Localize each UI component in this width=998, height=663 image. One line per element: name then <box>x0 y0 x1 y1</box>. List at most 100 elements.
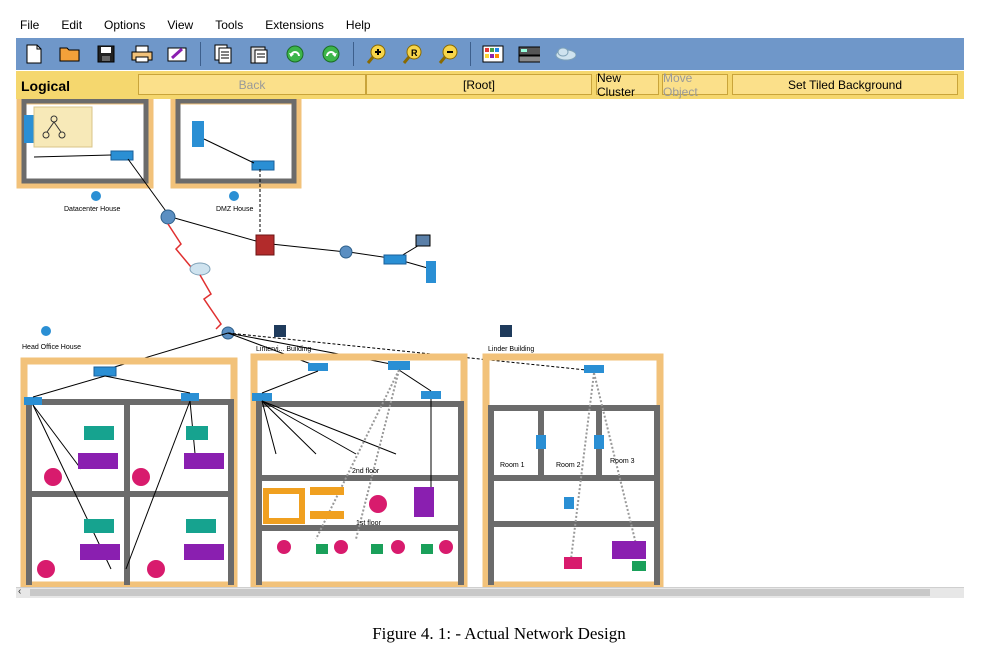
table <box>310 511 344 519</box>
plant <box>147 560 165 578</box>
desk <box>612 541 646 559</box>
root-breadcrumb[interactable]: [Root] <box>366 74 592 95</box>
chair <box>371 544 383 554</box>
switch-icon[interactable] <box>93 366 117 377</box>
menu-help[interactable]: Help <box>346 18 371 32</box>
svg-text:R: R <box>411 48 418 58</box>
desk <box>80 544 120 560</box>
server-icon[interactable] <box>426 261 436 283</box>
chair <box>316 544 328 554</box>
menu-tools[interactable]: Tools <box>215 18 243 32</box>
switch-icon[interactable] <box>181 393 199 401</box>
desk <box>184 544 224 560</box>
cloud-icon <box>189 262 211 276</box>
switch-icon[interactable] <box>252 393 272 401</box>
switch-icon[interactable] <box>110 150 134 161</box>
menu-options[interactable]: Options <box>104 18 145 32</box>
head-office-building[interactable] <box>20 357 238 587</box>
menu-file[interactable]: File <box>20 18 39 32</box>
switch-icon[interactable] <box>308 363 328 371</box>
serial-link <box>199 274 222 330</box>
logical-workspace[interactable]: Datacenter House DMZ House Head Office H… <box>16 99 964 587</box>
scroll-left-icon[interactable]: ‹ <box>18 586 21 597</box>
desk <box>564 557 582 569</box>
activity-wizard-icon[interactable] <box>167 43 189 65</box>
plant <box>334 540 348 554</box>
table <box>310 487 344 495</box>
figure-caption: Figure 4. 1: - Actual Network Design <box>372 624 626 643</box>
plant <box>439 540 453 554</box>
desk <box>84 519 114 533</box>
menu-edit[interactable]: Edit <box>61 18 82 32</box>
room-label: Room 2 <box>556 462 581 469</box>
desk <box>186 426 208 440</box>
building-icon <box>500 325 512 337</box>
menu-view[interactable]: View <box>167 18 193 32</box>
switch-icon[interactable] <box>24 397 42 405</box>
pc-icon[interactable] <box>415 234 431 247</box>
paste-icon[interactable] <box>248 43 270 65</box>
plant <box>44 468 62 486</box>
plant <box>37 560 55 578</box>
switch-icon[interactable] <box>421 391 441 399</box>
chair <box>632 561 646 571</box>
new-cluster-button[interactable]: New Cluster <box>596 71 659 99</box>
router-icon[interactable] <box>339 245 353 259</box>
scrollbar-thumb[interactable] <box>30 589 930 596</box>
zoom-out-icon[interactable] <box>437 43 459 65</box>
zoom-reset-icon[interactable]: R <box>401 43 423 65</box>
door <box>594 435 604 449</box>
desk <box>78 453 118 469</box>
dmz-house-label: DMZ House <box>216 206 253 213</box>
undo-icon[interactable] <box>284 43 306 65</box>
plant <box>132 468 150 486</box>
menu-extensions[interactable]: Extensions <box>265 18 324 32</box>
server-icon[interactable] <box>192 121 204 147</box>
serial-link <box>167 223 192 268</box>
switch-icon[interactable] <box>388 361 410 370</box>
palette-icon[interactable] <box>482 43 504 65</box>
wireless-icon <box>229 191 239 201</box>
switch-icon[interactable] <box>584 365 604 373</box>
switch-icon[interactable] <box>383 254 407 265</box>
room-label: Room 3 <box>610 458 635 465</box>
save-icon[interactable] <box>95 43 117 65</box>
building-3[interactable]: Room 1 Room 2 Room 3 <box>482 353 664 587</box>
pt-logo-icon <box>33 106 93 148</box>
move-object-button[interactable]: Move Object <box>662 71 728 99</box>
new-icon[interactable] <box>23 43 45 65</box>
cloud-icon[interactable] <box>554 43 576 65</box>
plant <box>277 540 291 554</box>
wireless-icon <box>41 326 51 336</box>
door <box>536 435 546 449</box>
dmz-house[interactable] <box>170 99 302 189</box>
back-button[interactable]: Back <box>138 74 366 95</box>
redo-icon[interactable] <box>320 43 342 65</box>
desk <box>414 487 434 517</box>
toolbar-separator <box>200 42 201 66</box>
datacenter-house-label: Datacenter House <box>64 206 121 213</box>
network-topology-diagram: Datacenter House DMZ House Head Office H… <box>16 99 664 587</box>
chair <box>421 544 433 554</box>
switch-icon[interactable] <box>251 160 275 171</box>
desk <box>186 519 216 533</box>
building-2[interactable]: 2nd floor 1st floor <box>250 353 468 587</box>
firewall-icon[interactable] <box>255 234 275 256</box>
room-label: Room 1 <box>500 462 525 469</box>
custom-device-icon[interactable] <box>518 43 540 65</box>
toolbar-separator <box>353 42 354 66</box>
horizontal-scrollbar[interactable]: ‹ <box>16 586 964 598</box>
desk <box>84 426 114 440</box>
plant <box>369 495 387 513</box>
copy-icon[interactable] <box>212 43 234 65</box>
menu-bar: File Edit Options View Tools Extensions … <box>20 14 970 36</box>
open-icon[interactable] <box>59 43 81 65</box>
set-tiled-background-button[interactable]: Set Tiled Background <box>732 74 958 95</box>
zoom-in-icon[interactable] <box>365 43 387 65</box>
table <box>263 488 305 524</box>
floor-label: 1st floor <box>356 520 382 527</box>
router-icon[interactable] <box>160 209 176 225</box>
print-icon[interactable] <box>131 43 153 65</box>
workspace-nav-bar: Logical Back [Root] New Cluster Move Obj… <box>16 71 964 99</box>
toolbar-separator <box>470 42 471 66</box>
